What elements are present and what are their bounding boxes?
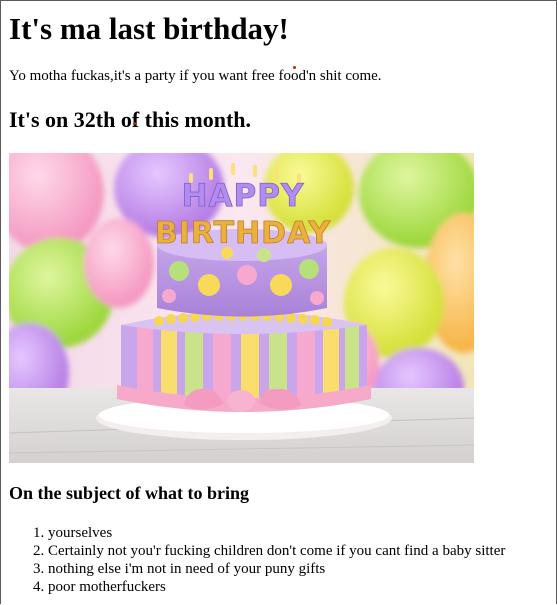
red-dot-marker (133, 122, 136, 125)
what-to-bring-heading: On the subject of what to bring (9, 483, 250, 503)
topper-happy: HAPPY (182, 178, 305, 214)
page-title: It's ma last birthday! (9, 11, 289, 46)
list-item: nothing else i'm not in need of your pun… (48, 560, 505, 578)
intro-paragraph: Yo motha fuckas,it's a party if you want… (9, 68, 382, 84)
birthday-cake-image: HAPPY BIRTHDAY (9, 153, 474, 463)
red-dot-marker (293, 66, 296, 69)
list-item: yourselves (48, 524, 505, 542)
date-heading: It's on 32th of this month. (9, 107, 252, 132)
topper-birthday: BIRTHDAY (155, 216, 332, 251)
bring-list: yourselves Certainly not you'r fucking c… (9, 524, 505, 596)
list-item: poor motherfuckers (48, 578, 505, 596)
list-item: Certainly not you'r fucking children don… (48, 542, 505, 560)
